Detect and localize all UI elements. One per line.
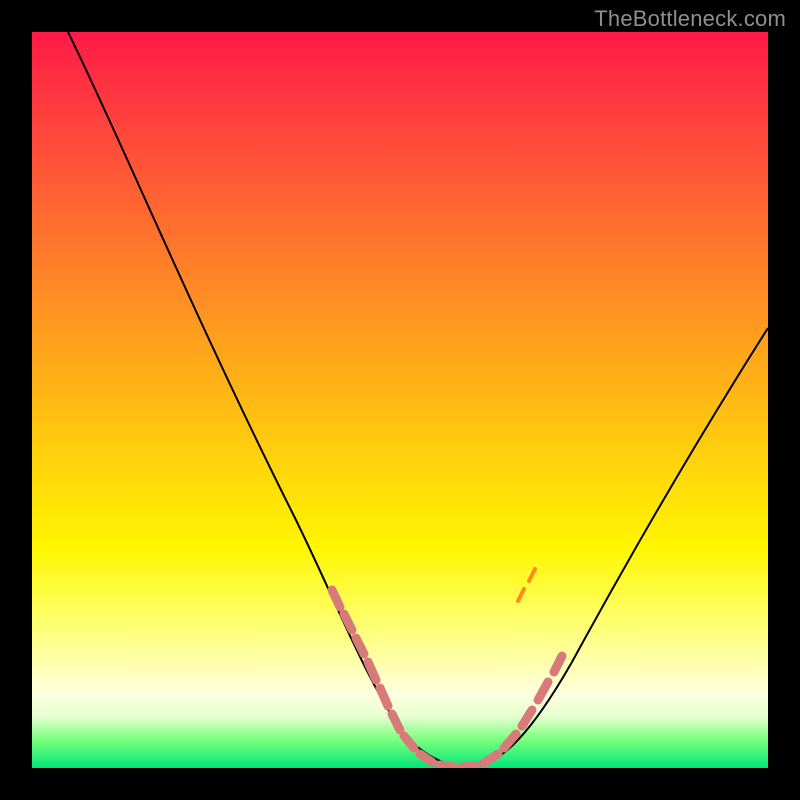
bottleneck-curve <box>68 32 768 767</box>
valley-markers <box>332 590 562 767</box>
right-shoulder-ticks <box>518 569 535 601</box>
curve-layer <box>32 32 768 768</box>
plot-area <box>32 32 768 768</box>
chart-frame: TheBottleneck.com <box>0 0 800 800</box>
watermark-text: TheBottleneck.com <box>594 6 786 32</box>
